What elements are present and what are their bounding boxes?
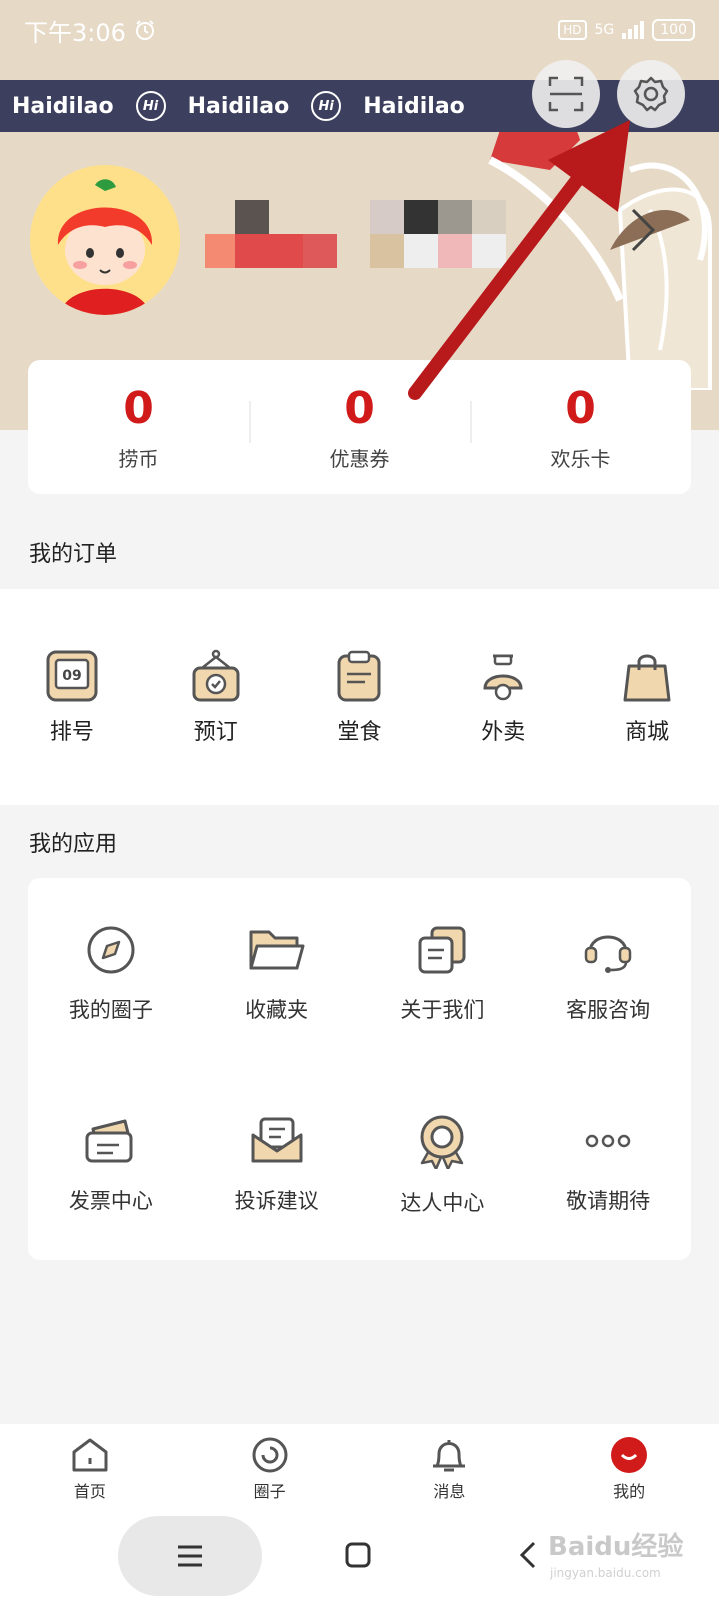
back-icon[interactable]	[518, 1540, 538, 1570]
recent-apps-button[interactable]	[118, 1516, 262, 1596]
app-label: 达人中心	[400, 1190, 485, 1215]
brand-logo-icon: Hi	[311, 91, 342, 121]
orders-panel: 09 排号 预订 堂食 外卖 商城	[0, 589, 719, 805]
dine-in-icon	[337, 650, 381, 702]
alarm-icon	[135, 20, 154, 40]
order-reservation[interactable]: 预订	[144, 648, 288, 746]
order-mall[interactable]: 商城	[575, 648, 719, 746]
queue-number-icon: 09	[46, 650, 98, 702]
asset-coins[interactable]: 0 捞币	[28, 383, 249, 472]
app-label: 敬请期待	[566, 1188, 651, 1213]
tab-mine[interactable]: 我的	[539, 1424, 719, 1514]
svg-text:09: 09	[62, 668, 81, 684]
invoice-icon	[85, 1119, 133, 1162]
chevron-right-icon[interactable]	[628, 205, 658, 255]
app-expert-center[interactable]: 达人中心	[360, 1069, 526, 1260]
tab-circle[interactable]: 圈子	[180, 1424, 360, 1514]
brand-name: Haidilao	[363, 93, 465, 119]
tab-label: 圈子	[253, 1482, 286, 1501]
headset-icon	[584, 935, 632, 973]
app-label: 我的圈子	[68, 997, 153, 1022]
order-label: 堂食	[337, 720, 382, 745]
folder-icon	[249, 930, 305, 969]
app-customer-service[interactable]: 客服咨询	[525, 878, 691, 1069]
home-icon	[72, 1438, 108, 1472]
battery-icon: 100	[652, 19, 695, 41]
order-queue[interactable]: 09 排号	[0, 648, 144, 746]
scan-button[interactable]	[532, 60, 600, 128]
orders-title: 我的订单	[29, 542, 118, 567]
signal-icon	[622, 21, 645, 39]
nickname-pixelated[interactable]	[205, 200, 525, 270]
tab-messages[interactable]: 消息	[360, 1424, 540, 1514]
profile-icon	[611, 1437, 648, 1473]
settings-button[interactable]	[617, 60, 685, 128]
app-my-circle[interactable]: 我的圈子	[28, 878, 194, 1069]
order-label: 外卖	[481, 720, 526, 745]
medal-icon	[420, 1115, 464, 1169]
app-label: 关于我们	[400, 997, 485, 1022]
battery-level: 100	[660, 22, 687, 38]
settings-icon	[633, 76, 669, 112]
about-icon	[418, 926, 466, 973]
apps-card: 我的圈子 收藏夹 关于我们 客服咨询 发票中心 投诉建议 达人中心 敬请期待	[28, 878, 691, 1260]
menu-icon	[178, 1545, 202, 1567]
order-label: 排号	[49, 720, 94, 745]
brand-banner: Haidilao Hi Haidilao Hi Haidilao	[0, 80, 719, 132]
asset-label: 捞币	[118, 446, 159, 471]
watermark: Baidu经验	[548, 1532, 684, 1562]
order-label: 商城	[625, 720, 670, 745]
asset-value: 0	[565, 382, 596, 434]
tab-label: 我的	[613, 1482, 646, 1501]
watermark-url: jingyan.baidu.com	[550, 1566, 661, 1580]
shopping-bag-icon	[623, 654, 671, 702]
order-dine-in[interactable]: 堂食	[288, 648, 432, 746]
asset-label: 欢乐卡	[550, 446, 611, 471]
tab-label: 首页	[73, 1482, 106, 1501]
app-label: 收藏夹	[245, 997, 309, 1022]
asset-label: 优惠券	[329, 446, 390, 471]
more-icon	[585, 1134, 631, 1147]
asset-value: 0	[344, 382, 375, 434]
order-delivery[interactable]: 外卖	[431, 648, 575, 746]
asset-fun-card[interactable]: 0 欢乐卡	[470, 383, 691, 472]
app-favorites[interactable]: 收藏夹	[194, 878, 360, 1069]
avatar-illustration	[30, 165, 180, 315]
brand-logo-icon: Hi	[135, 91, 166, 121]
assets-card: 0 捞币 0 优惠券 0 欢乐卡	[28, 360, 691, 494]
avatar[interactable]	[30, 165, 180, 315]
bottom-tab-bar: 首页 圈子 消息 我的	[0, 1424, 719, 1514]
network-type: 5G	[594, 22, 615, 38]
app-about-us[interactable]: 关于我们	[360, 878, 526, 1069]
compass-icon	[87, 926, 135, 973]
brand-name: Haidilao	[187, 93, 290, 119]
reservation-icon	[192, 649, 240, 702]
delivery-icon	[483, 654, 523, 701]
scan-icon	[548, 76, 584, 112]
brand-name: Haidilao	[12, 93, 114, 119]
app-label: 投诉建议	[234, 1188, 319, 1213]
status-bar: 下午3:06 HD 5G 100	[0, 0, 719, 60]
order-label: 预订	[193, 720, 238, 745]
asset-value: 0	[123, 382, 154, 434]
apps-title: 我的应用	[29, 832, 118, 857]
tab-home[interactable]: 首页	[0, 1424, 180, 1514]
tab-label: 消息	[433, 1482, 466, 1501]
home-button-icon[interactable]	[345, 1542, 371, 1568]
app-invoice-center[interactable]: 发票中心	[28, 1069, 194, 1260]
asset-coupons[interactable]: 0 优惠券	[249, 383, 470, 472]
app-label: 客服咨询	[566, 997, 651, 1022]
circle-icon	[252, 1437, 288, 1473]
hd-icon: HD	[558, 20, 587, 40]
envelope-icon	[251, 1117, 303, 1162]
status-time: 下午3:06	[24, 18, 126, 47]
bell-icon	[433, 1440, 466, 1472]
app-label: 发票中心	[68, 1188, 153, 1213]
app-coming-soon[interactable]: 敬请期待	[525, 1069, 691, 1260]
app-complaints[interactable]: 投诉建议	[194, 1069, 360, 1260]
